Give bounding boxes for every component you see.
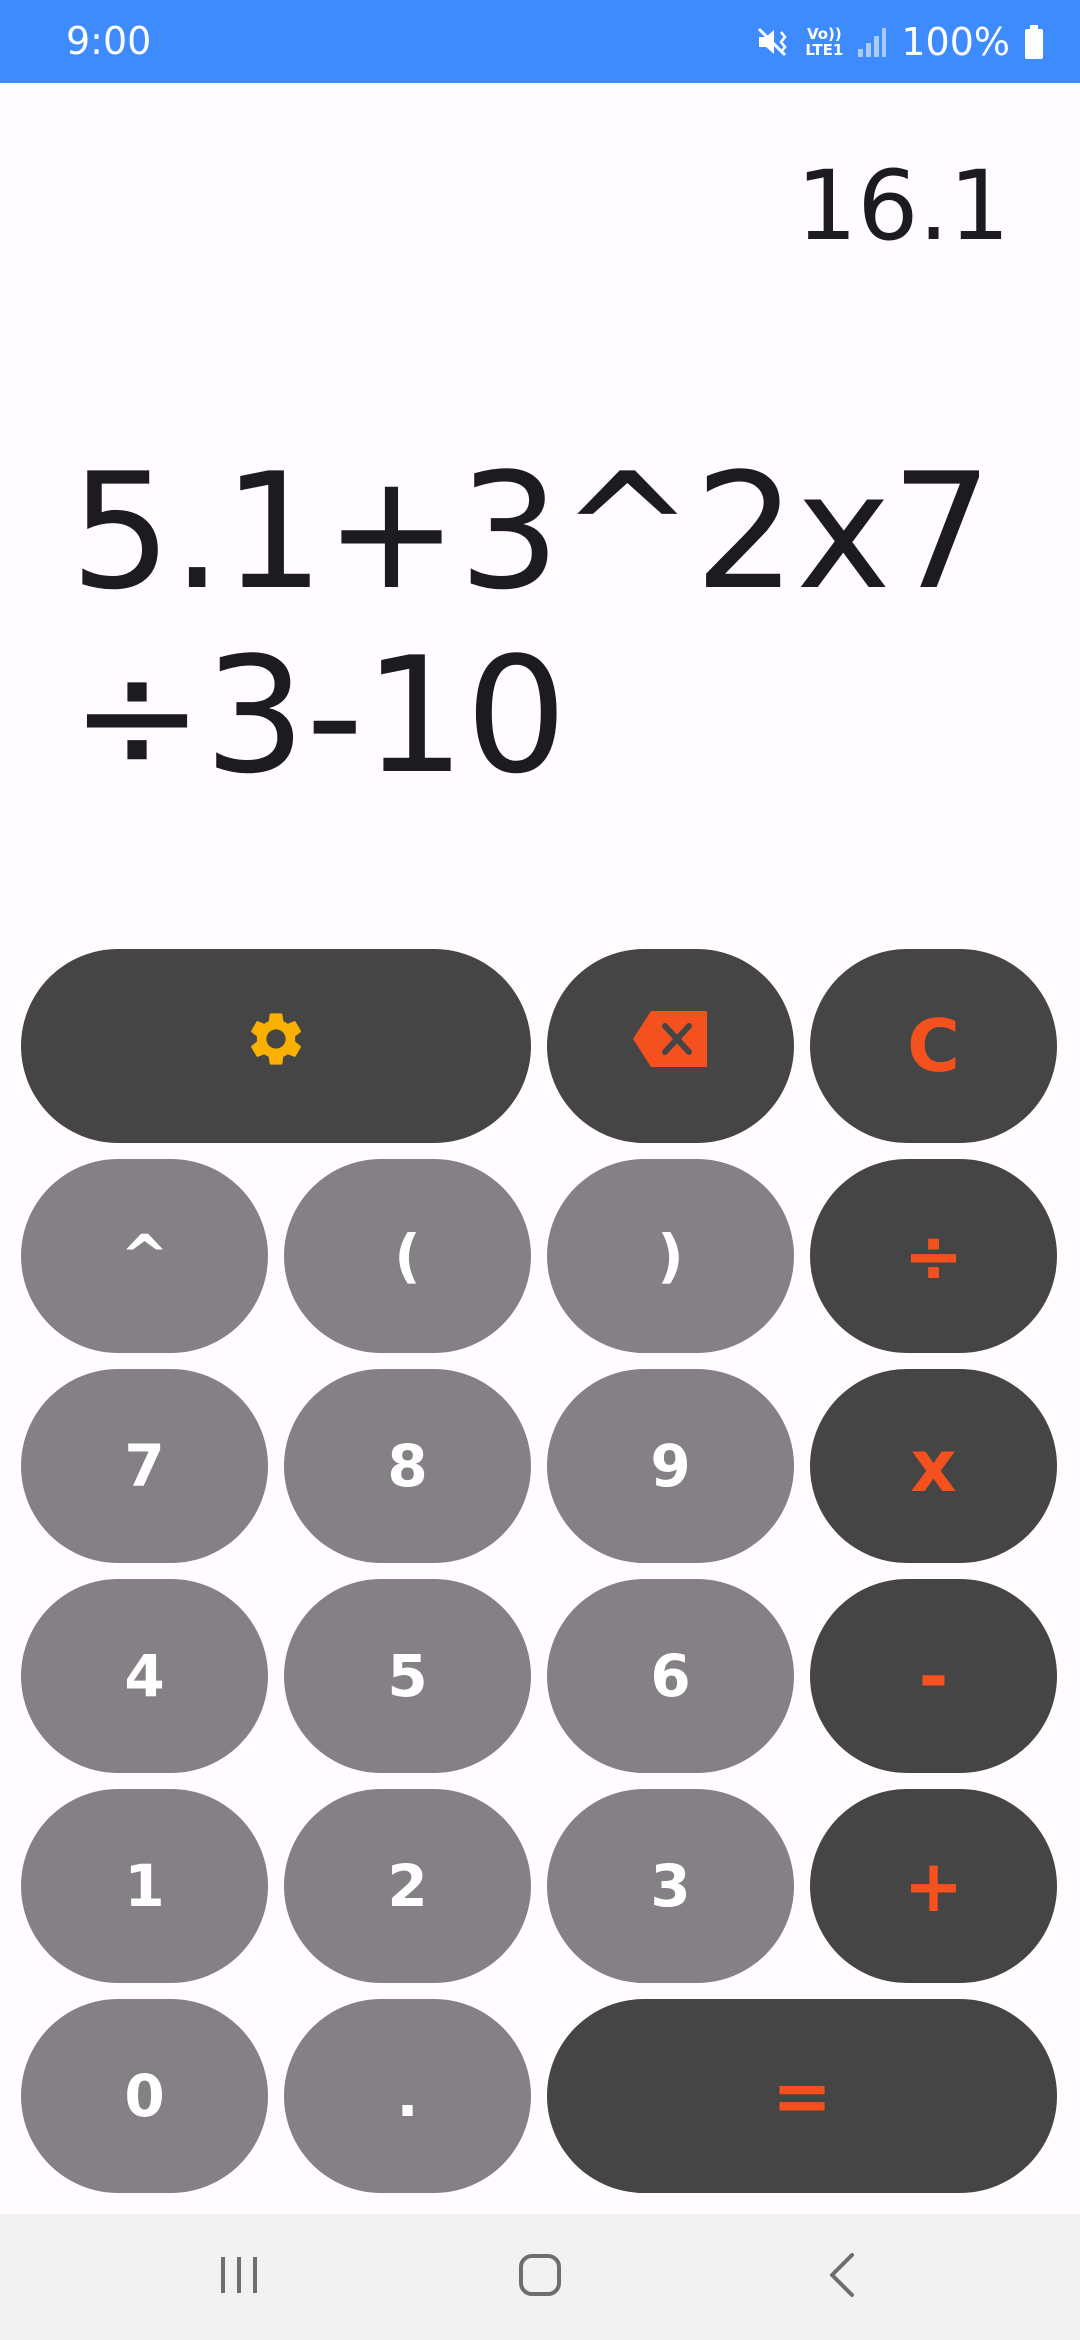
open-paren-button[interactable]: ( bbox=[284, 1159, 531, 1353]
one-button[interactable]: 1 bbox=[21, 1789, 268, 1983]
lte-label: LTE1 bbox=[805, 40, 844, 59]
plus-button[interactable]: + bbox=[810, 1789, 1057, 1983]
battery-percent: 100% bbox=[901, 19, 1010, 64]
navigation-bar bbox=[0, 2214, 1080, 2340]
recents-button[interactable] bbox=[199, 2242, 279, 2312]
close-paren-button[interactable]: ) bbox=[547, 1159, 794, 1353]
keypad: C ^ ( ) ÷ 7 8 9 x 4 5 6 - 1 2 3 + 0 . = bbox=[21, 949, 1059, 2193]
eight-button[interactable]: 8 bbox=[284, 1369, 531, 1563]
seven-button[interactable]: 7 bbox=[21, 1369, 268, 1563]
decimal-button[interactable]: . bbox=[284, 1999, 531, 2193]
volte-icon: Vo)) LTE1 bbox=[805, 26, 843, 58]
gear-icon bbox=[244, 1007, 308, 1085]
clear-button[interactable]: C bbox=[810, 949, 1057, 1143]
four-button[interactable]: 4 bbox=[21, 1579, 268, 1773]
recents-icon bbox=[217, 2253, 261, 2302]
status-bar: 9:00 Vo)) LTE1 100% bbox=[0, 0, 1080, 83]
battery-icon bbox=[1024, 24, 1044, 60]
settings-button[interactable] bbox=[21, 949, 531, 1143]
backspace-icon bbox=[631, 1009, 711, 1083]
mute-vibrate-icon bbox=[755, 24, 791, 60]
home-button[interactable] bbox=[500, 2242, 580, 2312]
divide-button[interactable]: ÷ bbox=[810, 1159, 1057, 1353]
multiply-button[interactable]: x bbox=[810, 1369, 1057, 1563]
six-button[interactable]: 6 bbox=[547, 1579, 794, 1773]
equals-button[interactable]: = bbox=[547, 1999, 1057, 2193]
back-button[interactable] bbox=[802, 2242, 882, 2312]
back-icon bbox=[822, 2251, 862, 2304]
three-button[interactable]: 3 bbox=[547, 1789, 794, 1983]
result-display: 16.1 bbox=[796, 150, 1010, 262]
expression-display[interactable]: 5.1+3^2x7÷3-10 bbox=[70, 440, 1030, 808]
zero-button[interactable]: 0 bbox=[21, 1999, 268, 2193]
backspace-button[interactable] bbox=[547, 949, 794, 1143]
caret-button[interactable]: ^ bbox=[21, 1159, 268, 1353]
signal-icon bbox=[857, 25, 887, 59]
volte-label: Vo)) bbox=[806, 24, 842, 43]
status-icons: Vo)) LTE1 100% bbox=[755, 0, 1044, 83]
two-button[interactable]: 2 bbox=[284, 1789, 531, 1983]
status-time: 9:00 bbox=[66, 19, 152, 63]
five-button[interactable]: 5 bbox=[284, 1579, 531, 1773]
minus-button[interactable]: - bbox=[810, 1579, 1057, 1773]
home-icon bbox=[517, 2252, 563, 2303]
nine-button[interactable]: 9 bbox=[547, 1369, 794, 1563]
